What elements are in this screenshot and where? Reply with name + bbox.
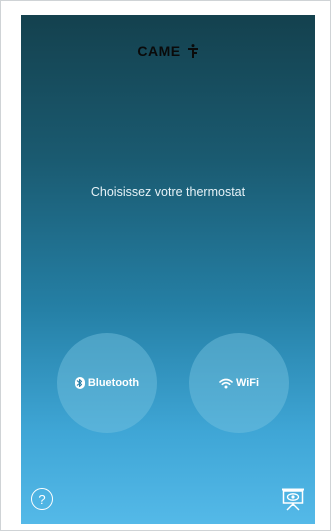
- came-figure-icon: [187, 44, 199, 58]
- help-button[interactable]: ?: [31, 488, 53, 510]
- logo-text: CAME: [137, 43, 181, 59]
- app-screen: CAME Choisissez votre thermostat Bluetoo…: [21, 15, 315, 524]
- wifi-icon: [219, 378, 233, 389]
- presentation-eye-icon: [282, 488, 304, 511]
- wifi-label: WiFi: [235, 377, 260, 389]
- page-title: Choisissez votre thermostat: [90, 185, 246, 199]
- bluetooth-button[interactable]: Bluetooth: [57, 333, 157, 433]
- device-frame: CAME Choisissez votre thermostat Bluetoo…: [0, 0, 331, 531]
- came-logo: CAME: [21, 43, 315, 59]
- wifi-button[interactable]: WiFi: [189, 333, 289, 433]
- bluetooth-icon: [74, 377, 85, 389]
- bluetooth-label: Bluetooth: [87, 377, 140, 389]
- help-icon: ?: [38, 491, 46, 507]
- demo-button[interactable]: [281, 487, 305, 511]
